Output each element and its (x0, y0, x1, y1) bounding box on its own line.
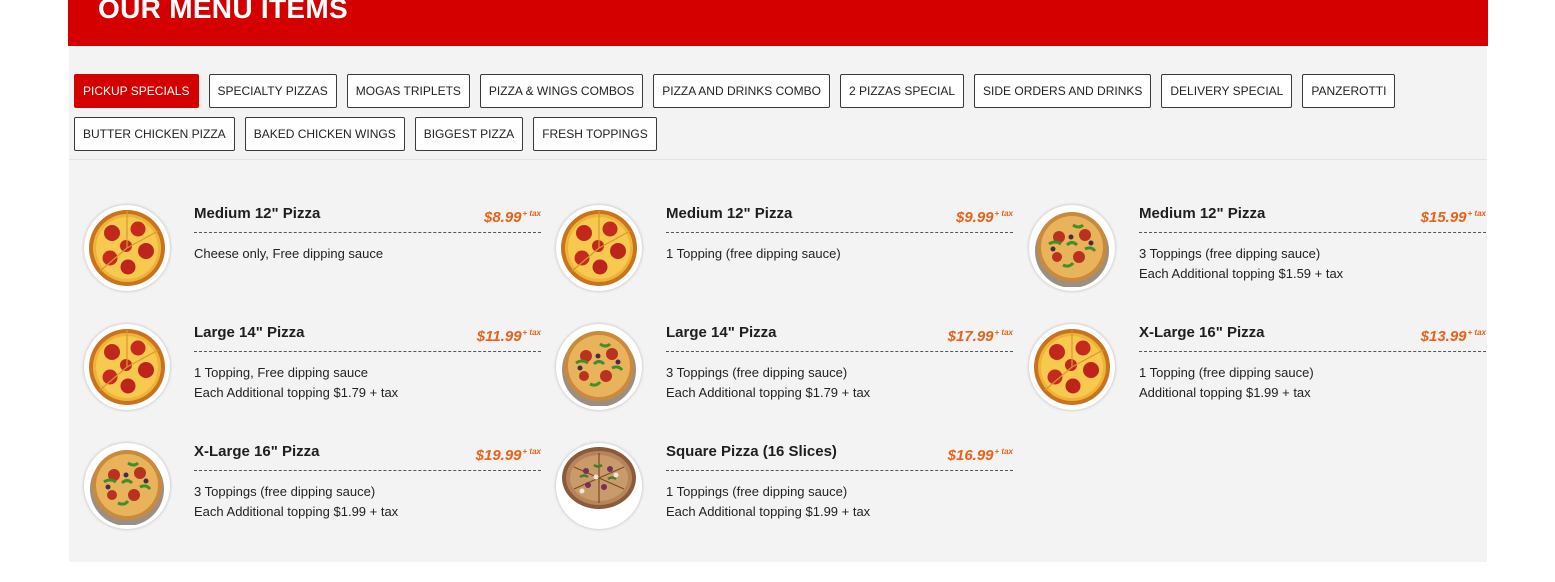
item-price: $17.99+ tax (947, 328, 1013, 345)
square-pizza-image (556, 443, 642, 529)
tab-mogas-triplets[interactable]: MOGAS TRIPLETS (346, 74, 470, 108)
dashed-divider (194, 232, 541, 233)
menu-item[interactable]: Large 14" Pizza $17.99+ tax 3 Toppings (… (556, 324, 1013, 424)
tax-label: + tax (994, 328, 1013, 337)
item-description: 3 Toppings (free dipping sauce) Each Addi… (1139, 246, 1344, 281)
pepperoni-pizza-image (556, 205, 642, 291)
dashed-divider (666, 232, 1013, 233)
menu-item[interactable]: X-Large 16" Pizza $19.99+ tax 3 Toppings… (84, 443, 541, 543)
tab-row: PICKUP SPECIALS SPECIALTY PIZZAS MOGAS T… (74, 74, 1474, 108)
tab-biggest-pizza[interactable]: BIGGEST PIZZA (414, 117, 524, 151)
menu-item[interactable]: Medium 12" Pizza $9.99+ tax 1 Topping (f… (556, 205, 1013, 305)
tax-label: + tax (994, 209, 1013, 218)
item-description: 3 Toppings (free dipping sauce) Each Addi… (194, 484, 399, 519)
tax-label: + tax (522, 209, 541, 218)
item-name: Large 14" Pizza (194, 324, 305, 341)
item-name: Large 14" Pizza (666, 324, 777, 341)
item-description: 3 Toppings (free dipping sauce) Each Addi… (666, 365, 871, 400)
tab-butter-chicken-pizza[interactable]: BUTTER CHICKEN PIZZA (74, 117, 235, 151)
veggie-pizza-image (1029, 205, 1115, 291)
tab-pizza-wings-combos[interactable]: PIZZA & WINGS COMBOS (479, 74, 644, 108)
item-price: $19.99+ tax (475, 447, 541, 464)
item-price: $16.99+ tax (947, 447, 1013, 464)
item-description: 1 Toppings (free dipping sauce) Each Addi… (666, 484, 871, 519)
category-tabs: PICKUP SPECIALS SPECIALTY PIZZAS MOGAS T… (74, 74, 1474, 160)
dashed-divider (1139, 351, 1486, 352)
tab-panzerotti[interactable]: PANZEROTTI (1302, 74, 1396, 108)
dashed-divider (194, 351, 541, 352)
page-title: OUR MENU ITEMS (98, 0, 348, 24)
item-name: Medium 12" Pizza (194, 205, 321, 222)
item-name: Square Pizza (16 Slices) (666, 443, 837, 460)
pepperoni-pizza-image (1029, 324, 1115, 410)
item-price: $13.99+ tax (1420, 328, 1486, 345)
item-description: 1 Topping (free dipping sauce) (666, 246, 841, 261)
pepperoni-pizza-image (84, 324, 170, 410)
tab-row: BUTTER CHICKEN PIZZA BAKED CHICKEN WINGS… (74, 117, 1474, 151)
menu-item[interactable]: Medium 12" Pizza $8.99+ tax Cheese only,… (84, 205, 541, 305)
tab-pizza-drinks-combo[interactable]: PIZZA AND DRINKS COMBO (653, 74, 830, 108)
pepperoni-pizza-image (84, 205, 170, 291)
header-banner: OUR MENU ITEMS (68, 0, 1488, 46)
tab-fresh-toppings[interactable]: FRESH TOPPINGS (533, 117, 657, 151)
item-description: Cheese only, Free dipping sauce (194, 246, 384, 261)
item-description: 1 Topping (free dipping sauce) Additional… (1139, 365, 1314, 400)
item-name: X-Large 16" Pizza (1139, 324, 1265, 341)
menu-item[interactable]: X-Large 16" Pizza $13.99+ tax 1 Topping … (1029, 324, 1486, 424)
dashed-divider (666, 470, 1013, 471)
dashed-divider (194, 470, 541, 471)
item-name: X-Large 16" Pizza (194, 443, 320, 460)
veggie-pizza-image (84, 443, 170, 529)
tax-label: + tax (1467, 209, 1486, 218)
menu-panel: PICKUP SPECIALS SPECIALTY PIZZAS MOGAS T… (69, 46, 1487, 562)
item-description: 1 Topping, Free dipping sauce Each Additi… (194, 365, 399, 400)
menu-item[interactable]: Medium 12" Pizza $15.99+ tax 3 Toppings … (1029, 205, 1486, 305)
veggie-pizza-image (556, 324, 642, 410)
item-name: Medium 12" Pizza (1139, 205, 1266, 222)
tab-pickup-specials[interactable]: PICKUP SPECIALS (74, 74, 199, 108)
dashed-divider (666, 351, 1013, 352)
tab-delivery-special[interactable]: DELIVERY SPECIAL (1161, 74, 1293, 108)
tax-label: + tax (522, 328, 541, 337)
menu-item[interactable]: Large 14" Pizza $11.99+ tax 1 Topping, F… (84, 324, 541, 424)
tabs-divider (69, 159, 1487, 160)
tax-label: + tax (522, 447, 541, 456)
tab-side-orders-drinks[interactable]: SIDE ORDERS AND DRINKS (974, 74, 1152, 108)
tab-baked-chicken-wings[interactable]: BAKED CHICKEN WINGS (244, 117, 405, 151)
dashed-divider (1139, 232, 1486, 233)
item-price: $9.99+ tax (955, 209, 1013, 226)
item-price: $8.99+ tax (483, 209, 541, 226)
tax-label: + tax (1467, 328, 1486, 337)
menu-item[interactable]: Square Pizza (16 Slices) $16.99+ tax 1 T… (556, 443, 1013, 543)
tax-label: + tax (994, 447, 1013, 456)
tab-specialty-pizzas[interactable]: SPECIALTY PIZZAS (208, 74, 337, 108)
item-name: Medium 12" Pizza (666, 205, 793, 222)
tab-2-pizzas-special[interactable]: 2 PIZZAS SPECIAL (839, 74, 965, 108)
item-price: $11.99+ tax (476, 328, 541, 345)
item-price: $15.99+ tax (1420, 209, 1486, 226)
